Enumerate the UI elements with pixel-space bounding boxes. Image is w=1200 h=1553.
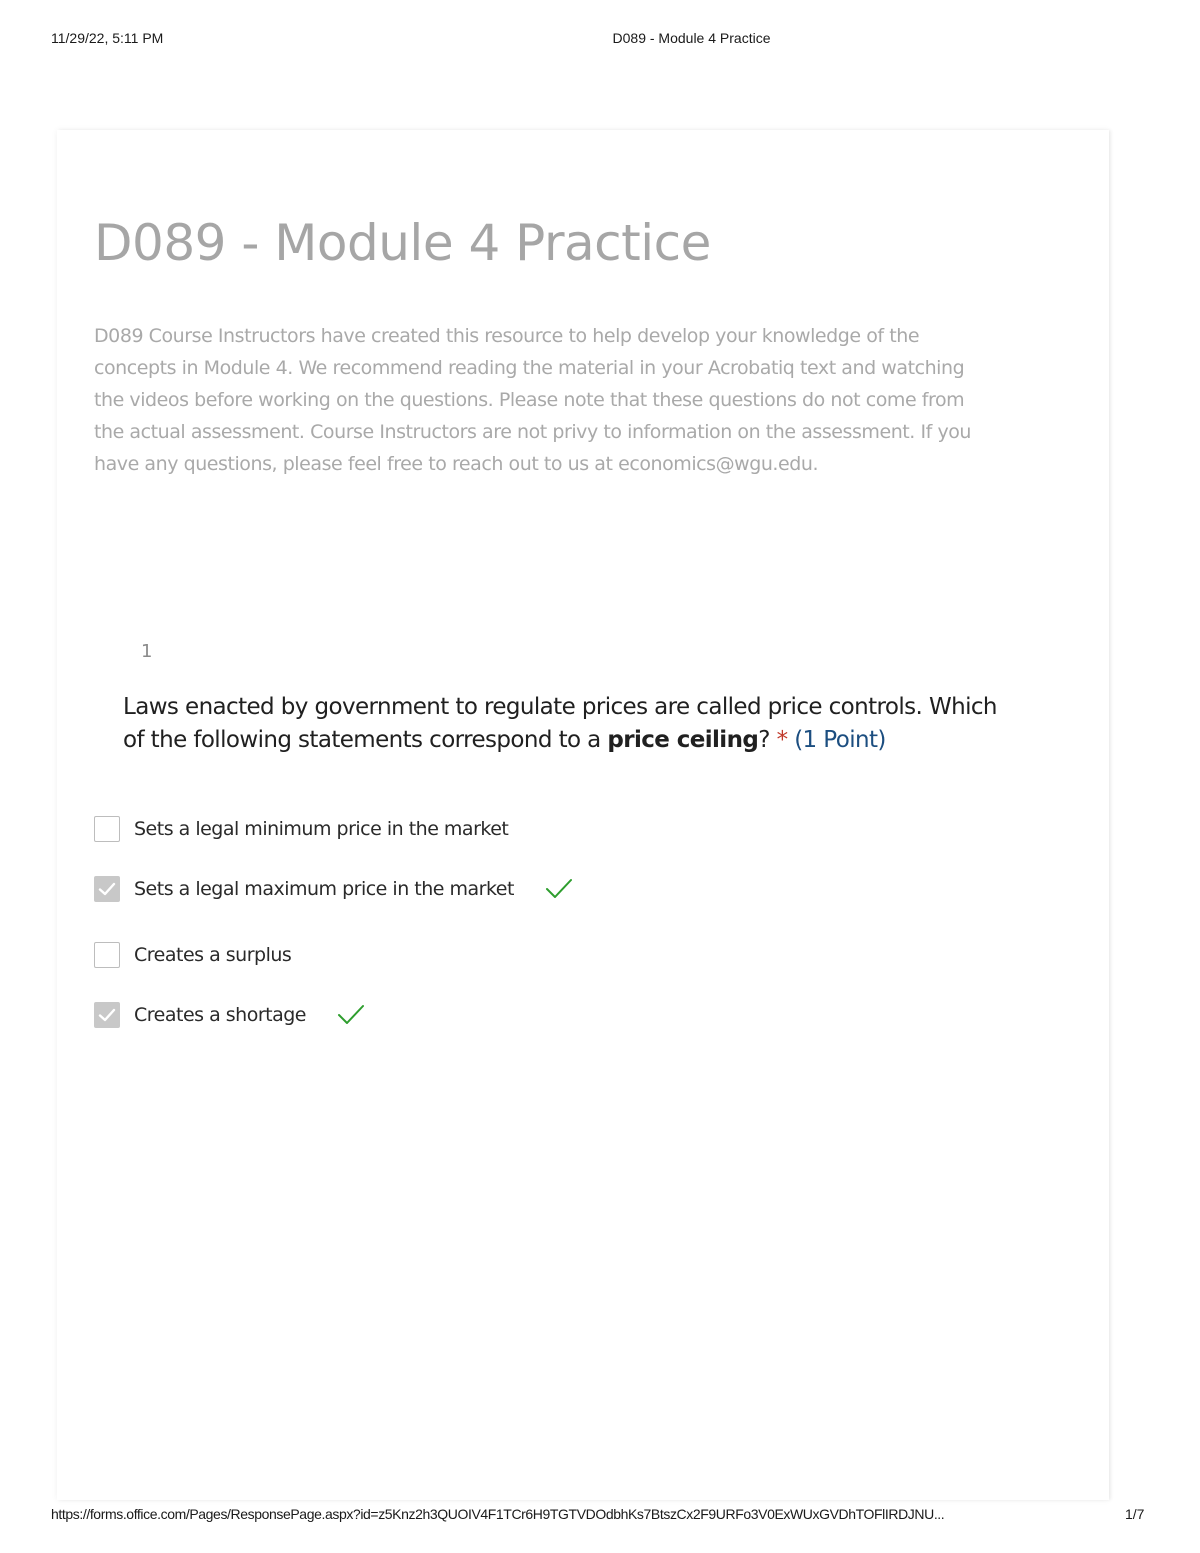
question-text-bold: price ceiling — [607, 727, 759, 753]
option-label: Creates a surplus — [134, 944, 292, 966]
form-description: D089 Course Instructors have created thi… — [94, 320, 1054, 480]
form-description-line: D089 Course Instructors have created thi… — [94, 325, 920, 347]
form-description-line: have any questions, please feel free to … — [94, 453, 819, 475]
option-checkbox[interactable] — [94, 1002, 120, 1028]
form-description-line: the videos before working on the questio… — [94, 389, 965, 411]
form-title: D089 - Module 4 Practice — [94, 214, 711, 272]
checkmark-icon — [337, 1005, 364, 1024]
option-label: Creates a shortage — [134, 1004, 306, 1026]
question-text-part: ? — [758, 727, 777, 753]
form-card: D089 - Module 4 Practice D089 Course Ins… — [57, 130, 1109, 1500]
form-description-line: concepts in Module 4. We recommend readi… — [94, 357, 965, 379]
form-description-line: the actual assessment. Course Instructor… — [94, 421, 972, 443]
option-2[interactable]: Creates a surplus — [94, 940, 292, 970]
option-checkbox[interactable] — [94, 816, 120, 842]
option-1[interactable]: Sets a legal maximum price in the market — [94, 874, 574, 904]
option-checkbox[interactable] — [94, 876, 120, 902]
question-points: (1 Point) — [794, 727, 886, 753]
required-star: * — [776, 727, 789, 753]
question-number: 1 — [141, 641, 153, 662]
print-footer-page-number: 1/7 — [1125, 1506, 1145, 1522]
option-3[interactable]: Creates a shortage — [94, 1000, 366, 1030]
checkbox-checked-icon — [98, 1008, 116, 1022]
print-header-title: D089 - Module 4 Practice — [612, 30, 771, 46]
option-checkbox[interactable] — [94, 942, 120, 968]
checkbox-checked-icon — [98, 882, 116, 896]
checkmark-icon — [545, 879, 572, 898]
option-label: Sets a legal minimum price in the market — [134, 818, 509, 840]
print-footer-url: https://forms.office.com/Pages/ResponseP… — [51, 1506, 945, 1522]
option-0[interactable]: Sets a legal minimum price in the market — [94, 814, 509, 844]
question-text: Laws enacted by government to regulate p… — [123, 691, 1023, 757]
option-label: Sets a legal maximum price in the market — [134, 878, 514, 900]
